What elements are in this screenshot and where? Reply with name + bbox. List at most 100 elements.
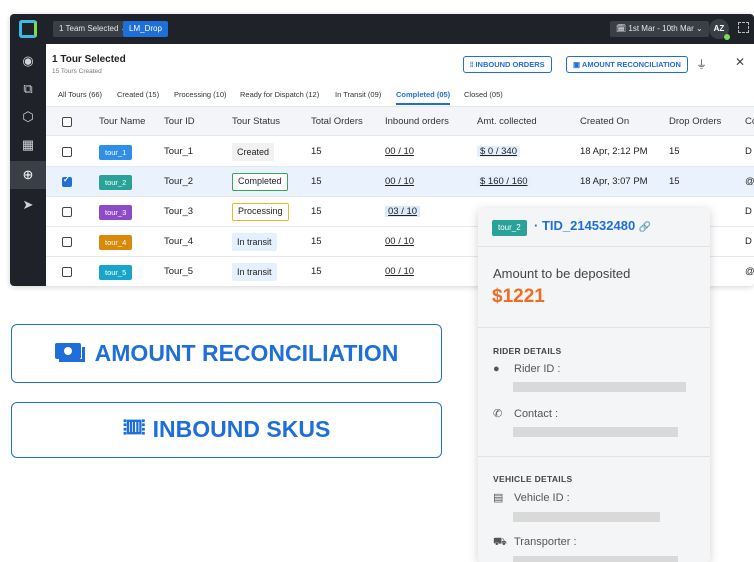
rider-id-label: Rider ID : [514, 363, 561, 375]
tour-detail-panel: tour_2 · TID_214532480 🔗 Amount to be de… [478, 208, 710, 562]
tour-name-chip[interactable]: tour_2 [492, 220, 527, 236]
barcode-scan-icon: ⦙▥⦙ [122, 417, 146, 440]
tab-closed[interactable]: Closed (05) [464, 90, 503, 99]
date-range-selector[interactable]: 🗓 1st Mar - 10th Mar ⌄ [610, 21, 709, 37]
col-co[interactable]: Co [745, 107, 754, 137]
transporter-label: Transporter : [514, 536, 577, 548]
created-on: 18 Apr, 3:07 PM [580, 176, 648, 187]
amount-to-deposit-value: $1221 [492, 286, 545, 307]
vehicle-id-field: ▤ Vehicle ID : [493, 491, 570, 504]
inbound-skus-label: INBOUND SKUS [152, 416, 331, 442]
col-created-on[interactable]: Created On [580, 107, 629, 137]
tab-completed[interactable]: Completed (05) [396, 90, 451, 105]
transporter-field: ⛟ Transporter : [493, 536, 577, 550]
inbound-orders-link[interactable]: 00 / 10 [385, 257, 414, 286]
inbound-orders-link[interactable]: 00 / 10 [385, 167, 414, 197]
online-status-icon [724, 34, 730, 40]
divider [478, 246, 710, 247]
truck-icon: ⛟ [493, 536, 507, 548]
vehicle-id-label: Vehicle ID : [514, 492, 570, 504]
tour-tid-text: · TID_214532480 [534, 218, 636, 233]
row-checkbox[interactable] [62, 175, 72, 187]
total-orders: 15 [311, 206, 322, 217]
amount-reconciliation-large-button[interactable]: AMOUNT RECONCILIATION [11, 324, 442, 383]
select-all-checkbox[interactable] [62, 117, 72, 127]
amt-collected-link[interactable]: $ 0 / 340 [477, 137, 520, 167]
tab-all-tours[interactable]: All Tours (66) [58, 90, 102, 99]
close-icon[interactable]: ✕ [735, 55, 745, 69]
inbound-orders-link[interactable]: 03 / 10 [385, 197, 421, 227]
tour-name-chip[interactable]: tour_1 [99, 145, 133, 160]
contact-value [513, 427, 678, 437]
tab-in-transit[interactable]: In Transit (09) [335, 90, 381, 99]
col-tour-name[interactable]: Tour Name [99, 107, 145, 137]
col-tour-id[interactable]: Tour ID [164, 107, 195, 137]
col-drop-orders[interactable]: Drop Orders [669, 107, 721, 137]
top-bar: 1 Team Selected ⌄ LM_Drop 🗓 1st Mar - 10… [10, 14, 754, 44]
row-checkbox[interactable] [62, 267, 72, 277]
transporter-value [513, 556, 678, 562]
amount-reconciliation-button[interactable]: ▣ AMOUNT RECONCILIATION [566, 56, 688, 73]
tour-id: Tour_2 [164, 176, 194, 187]
inbound-skus-large-button[interactable]: ⦙▥⦙ INBOUND SKUS [11, 402, 442, 458]
tab-ready-for-dispatch[interactable]: Ready for Dispatch (12) [240, 90, 319, 99]
inbound-orders-link[interactable]: 00 / 10 [385, 227, 414, 257]
col-inbound-orders[interactable]: Inbound orders [385, 107, 449, 137]
expand-icon[interactable] [738, 22, 749, 33]
row-checkbox[interactable] [62, 147, 72, 157]
avatar-initials: AZ [713, 24, 725, 33]
id-card-icon: ▤ [493, 492, 504, 504]
navigate-icon[interactable]: ➤ [19, 196, 37, 214]
cubes-icon[interactable]: ⧉ [19, 80, 37, 98]
tour-name-chip[interactable]: tour_5 [99, 265, 133, 280]
filter-icon[interactable]: ⏚ [696, 56, 707, 72]
status-badge: In transit [232, 233, 277, 251]
tab-processing[interactable]: Processing (10) [174, 90, 227, 99]
rider-id-value [513, 382, 686, 392]
amount-reconciliation-large-label: AMOUNT RECONCILIATION [94, 340, 399, 366]
route-icon[interactable]: ⊕ [10, 161, 46, 189]
box-icon[interactable]: ⬡ [19, 108, 37, 126]
table-row[interactable]: tour_1 Tour_1 Created 15 00 / 10 $ 0 / 3… [46, 137, 754, 167]
team-selector[interactable]: 1 Team Selected ⌄ [53, 21, 134, 37]
drop-orders: 15 [669, 176, 680, 187]
col-total-orders[interactable]: Total Orders [311, 107, 363, 137]
created-on: 18 Apr, 2:12 PM [580, 146, 648, 157]
amt-collected-value: $ 160 / 160 [477, 176, 531, 187]
amt-collected-value: $ 0 / 340 [477, 146, 520, 157]
contact-label: Contact : [514, 408, 559, 420]
table-row[interactable]: tour_2 Tour_2 Completed 15 00 / 10 $ 160… [46, 167, 754, 197]
co-value: @ [745, 176, 754, 187]
inbound-orders-link[interactable]: 00 / 10 [385, 137, 414, 167]
co-value: D [745, 146, 752, 157]
tour-id: Tour_4 [164, 236, 194, 247]
link-icon[interactable]: 🔗 [639, 222, 651, 233]
tour-name-chip[interactable]: tour_4 [99, 235, 133, 250]
contact-field: ✆ Contact : [493, 407, 558, 420]
rider-icon: ● [493, 363, 500, 375]
co-value: D [745, 206, 752, 217]
tour-name-chip[interactable]: tour_3 [99, 205, 133, 220]
rider-id-field: ● Rider ID : [493, 363, 560, 375]
lm-drop-chip[interactable]: LM_Drop [123, 21, 168, 37]
row-checkbox[interactable] [62, 207, 72, 217]
col-tour-status[interactable]: Tour Status [232, 107, 280, 137]
amt-collected-link[interactable]: $ 160 / 160 [477, 167, 531, 197]
total-orders: 15 [311, 266, 322, 277]
tab-created[interactable]: Created (15) [117, 90, 159, 99]
sidebar: ◉ ⧉ ⬡ ▦ ⊕ ➤ [10, 44, 46, 286]
calendar-icon[interactable]: ▦ [19, 136, 37, 154]
col-amt-collected[interactable]: Amt. collected [477, 107, 537, 137]
table-header: Tour Name Tour ID Tour Status Total Orde… [46, 106, 754, 136]
dashboard-icon[interactable]: ◉ [19, 52, 37, 70]
avatar[interactable]: AZ [709, 19, 730, 40]
row-checkbox[interactable] [62, 237, 72, 247]
divider [478, 327, 710, 328]
amount-to-deposit-label: Amount to be deposited [493, 266, 631, 281]
vehicle-id-value [513, 512, 660, 522]
tour-name-chip[interactable]: tour_2 [99, 175, 133, 190]
amount-reconciliation-label: AMOUNT RECONCILIATION [581, 60, 681, 69]
inbound-orders-button[interactable]: ⦙⦙ INBOUND ORDERS [463, 56, 552, 73]
co-value: D [745, 236, 752, 247]
app-logo-icon[interactable] [19, 20, 37, 38]
